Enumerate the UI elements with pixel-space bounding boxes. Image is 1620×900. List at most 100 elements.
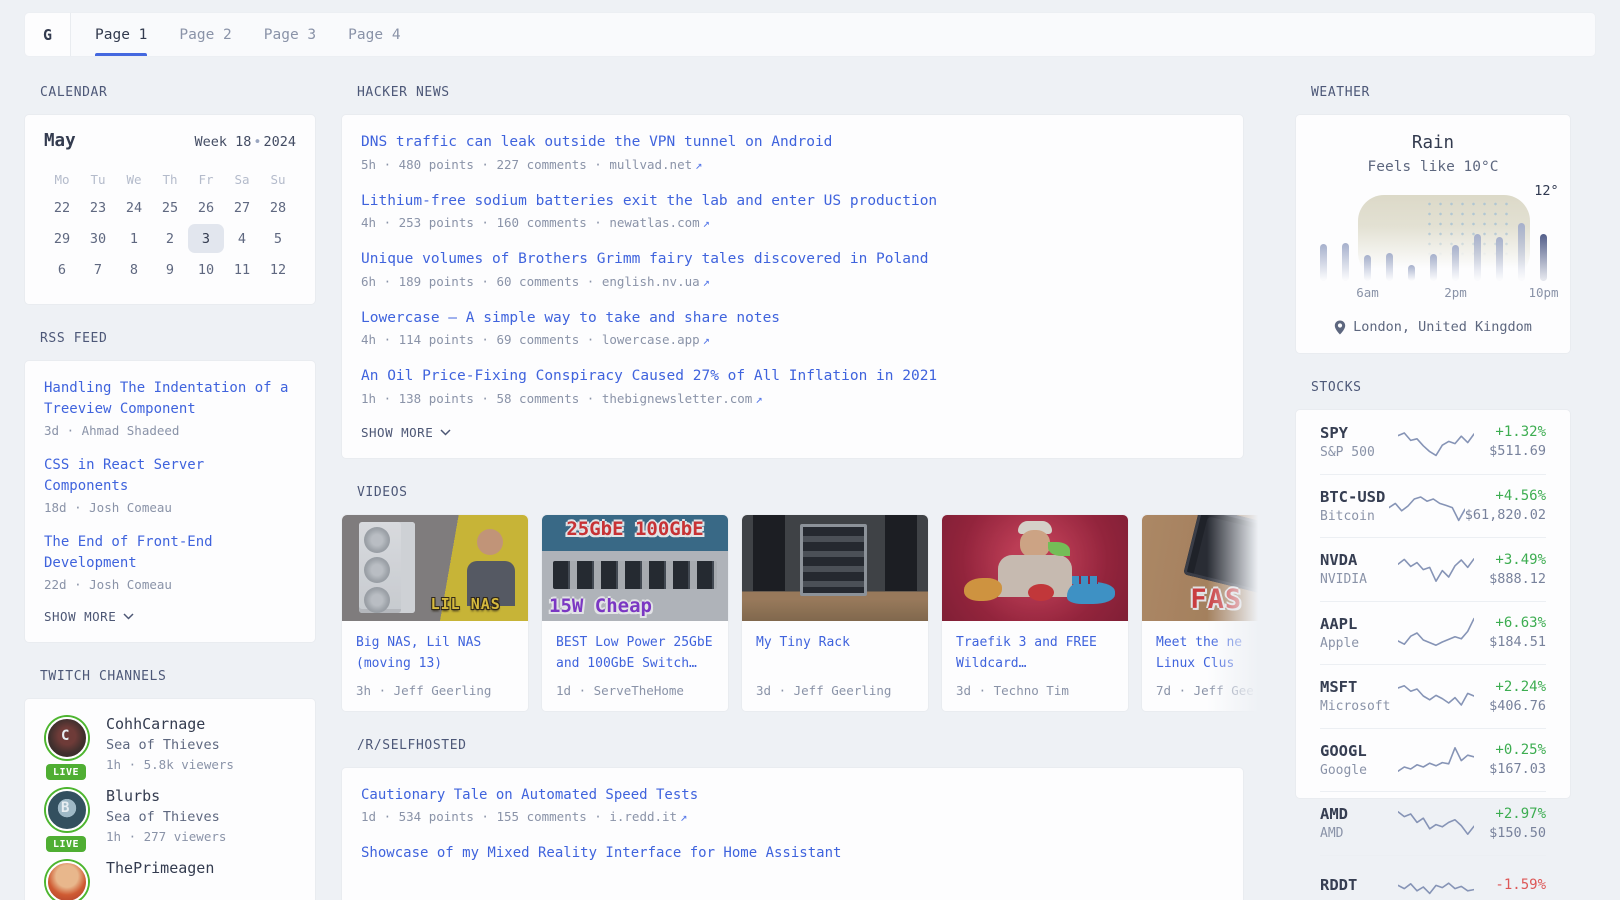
hn-item-link[interactable]: Unique volumes of Brothers Grimm fairy t… (361, 249, 1224, 270)
hn-item: An Oil Price-Fixing Conspiracy Caused 27… (361, 366, 1224, 406)
external-link-icon[interactable]: ↗ (703, 216, 710, 230)
stock-row[interactable]: NVDANVIDIA +3.49%$888.12 (1320, 537, 1546, 601)
hn-item-link[interactable]: DNS traffic can leak outside the VPN tun… (361, 132, 1224, 153)
stock-sparkline (1398, 740, 1474, 780)
stock-sparkline (1398, 676, 1474, 716)
video-thumbnail[interactable]: LIL NAS (342, 515, 528, 621)
twitch-game-name[interactable]: Sea of Thieves (106, 737, 234, 753)
stock-row[interactable]: BTC-USDBitcoin +4.56%$61,820.02 (1320, 474, 1546, 538)
stock-sparkline (1398, 422, 1474, 462)
calendar-dow: We (116, 167, 152, 191)
stock-row[interactable]: MSFTMicrosoft +2.24%$406.76 (1320, 664, 1546, 728)
calendar-dow: Tu (80, 167, 116, 191)
external-link-icon[interactable]: ↗ (680, 810, 687, 824)
external-link-icon[interactable]: ↗ (703, 275, 710, 289)
calendar-week-label: Week 18 (194, 134, 251, 150)
rss-item-link[interactable]: The End of Front-End Development (44, 532, 296, 573)
carousel-fade (1207, 514, 1271, 712)
rss-show-more-button[interactable]: SHOW MORE (44, 609, 296, 624)
weather-time-labels: 6am2pm10pm (1320, 285, 1547, 303)
tab-page-3[interactable]: Page 3 (264, 13, 316, 56)
video-card: Traefik 3 and FREE Wildcard… 3d · Techno… (941, 514, 1129, 712)
video-meta: 3d · Jeff Geerling (756, 683, 914, 698)
reddit-item-meta-text: 1d · 534 points · 155 comments · i.redd.… (361, 809, 677, 824)
video-card: LIL NAS Big NAS, Lil NAS (moving 13) 3h … (341, 514, 529, 712)
twitch-channel-row[interactable]: ThePrimeagen (44, 859, 296, 900)
stock-symbol: AAPL (1320, 615, 1398, 633)
external-link-icon[interactable]: ↗ (755, 392, 762, 406)
hn-item-meta-text: 4h · 253 points · 160 comments · newatla… (361, 215, 700, 230)
rss-item-link[interactable]: CSS in React Server Components (44, 455, 296, 496)
live-badge: LIVE (46, 836, 86, 852)
stock-change: +1.32% (1474, 424, 1546, 440)
calendar-section-title: CALENDAR (40, 85, 316, 100)
weather-bar (1430, 254, 1437, 281)
external-link-icon[interactable]: ↗ (695, 158, 702, 172)
stock-price: $511.69 (1474, 443, 1546, 459)
rss-widget: Handling The Indentation of a Treeview C… (24, 360, 316, 643)
hn-item-link[interactable]: Lowercase – A simple way to take and sha… (361, 308, 1224, 329)
external-link-icon[interactable]: ↗ (703, 333, 710, 347)
rss-item-link[interactable]: Handling The Indentation of a Treeview C… (44, 378, 296, 419)
stock-name: Apple (1320, 636, 1398, 651)
video-thumbnail[interactable] (742, 515, 928, 621)
videos-section-title: VIDEOS (357, 485, 1244, 500)
stock-name: AMD (1320, 826, 1398, 841)
tab-page-1[interactable]: Page 1 (95, 13, 147, 56)
twitch-game-name[interactable]: Sea of Thieves (106, 809, 226, 825)
stock-symbol: MSFT (1320, 678, 1398, 696)
stock-row[interactable]: AMDAMD +2.97%$150.50 (1320, 791, 1546, 855)
weather-bar (1518, 223, 1525, 281)
stock-row[interactable]: RDDT -1.59% (1320, 855, 1546, 900)
stock-sparkline (1398, 549, 1474, 589)
rss-item: Handling The Indentation of a Treeview C… (44, 378, 296, 438)
calendar-dow: Fr (188, 167, 224, 191)
twitch-channel-name[interactable]: CohhCarnage (106, 715, 234, 733)
page-tabs: Page 1 Page 2 Page 3 Page 4 (95, 13, 401, 56)
weather-section-title: WEATHER (1311, 85, 1571, 100)
rss-item-meta: 22d · Josh Comeau (44, 577, 296, 592)
video-title-link[interactable]: Big NAS, Lil NAS (moving 13) (356, 632, 514, 674)
hn-item-meta: 1h · 138 points · 58 comments · thebigne… (361, 391, 1224, 406)
stock-row[interactable]: SPYS&P 500 +1.32%$511.69 (1320, 410, 1546, 474)
stock-symbol: SPY (1320, 424, 1398, 442)
stocks-section-title: STOCKS (1311, 380, 1571, 395)
stock-price: $150.50 (1474, 825, 1546, 841)
reddit-item-link[interactable]: Cautionary Tale on Automated Speed Tests (361, 785, 1224, 806)
rss-item-meta: 3d · Ahmad Shadeed (44, 423, 296, 438)
twitch-channel-row[interactable]: C LIVE CohhCarnage Sea of Thieves 1h · 5… (44, 715, 296, 772)
thumbnail-text: 15W Cheap (549, 595, 652, 617)
reddit-section-title: /R/SELFHOSTED (357, 738, 1244, 753)
tab-page-4[interactable]: Page 4 (348, 13, 400, 56)
hn-show-more-button[interactable]: SHOW MORE (361, 425, 1224, 440)
twitch-channel-name[interactable]: ThePrimeagen (106, 859, 214, 877)
chevron-down-icon (123, 613, 134, 620)
hn-item-link[interactable]: An Oil Price-Fixing Conspiracy Caused 27… (361, 366, 1224, 387)
stock-sparkline (1398, 613, 1474, 653)
video-thumbnail[interactable] (942, 515, 1128, 621)
videos-carousel: LIL NAS Big NAS, Lil NAS (moving 13) 3h … (341, 514, 1271, 712)
video-title-link[interactable]: My Tiny Rack (756, 632, 914, 674)
weather-bar (1474, 234, 1481, 281)
hn-item-link[interactable]: Lithium-free sodium batteries exit the l… (361, 191, 1224, 212)
app-logo[interactable]: G (25, 13, 71, 56)
twitch-channel-row[interactable]: B LIVE Blurbs Sea of Thieves 1h · 277 vi… (44, 787, 296, 844)
calendar-dow: Mo (44, 167, 80, 191)
stock-row[interactable]: AAPLApple +6.63%$184.51 (1320, 601, 1546, 665)
stock-symbol: BTC-USD (1320, 488, 1389, 506)
tab-page-2[interactable]: Page 2 (179, 13, 231, 56)
video-thumbnail[interactable]: 25GbE 100GbE 15W Cheap (542, 515, 728, 621)
weather-time-label: 2pm (1444, 285, 1467, 300)
calendar-date: 26 (188, 193, 224, 222)
stock-row[interactable]: GOOGLGoogle +0.25%$167.03 (1320, 728, 1546, 792)
calendar-date: 11 (224, 255, 260, 284)
calendar-date: 6 (44, 255, 80, 284)
video-card: 25GbE 100GbE 15W Cheap BEST Low Power 25… (541, 514, 729, 712)
reddit-item: Cautionary Tale on Automated Speed Tests… (361, 785, 1224, 825)
calendar-date: 12 (260, 255, 296, 284)
video-title-link[interactable]: Traefik 3 and FREE Wildcard… (956, 632, 1114, 674)
reddit-item-link[interactable]: Showcase of my Mixed Reality Interface f… (361, 843, 1224, 864)
twitch-channel-name[interactable]: Blurbs (106, 787, 226, 805)
avatar (44, 859, 90, 900)
video-title-link[interactable]: BEST Low Power 25GbE and 100GbE Switch… (556, 632, 714, 674)
